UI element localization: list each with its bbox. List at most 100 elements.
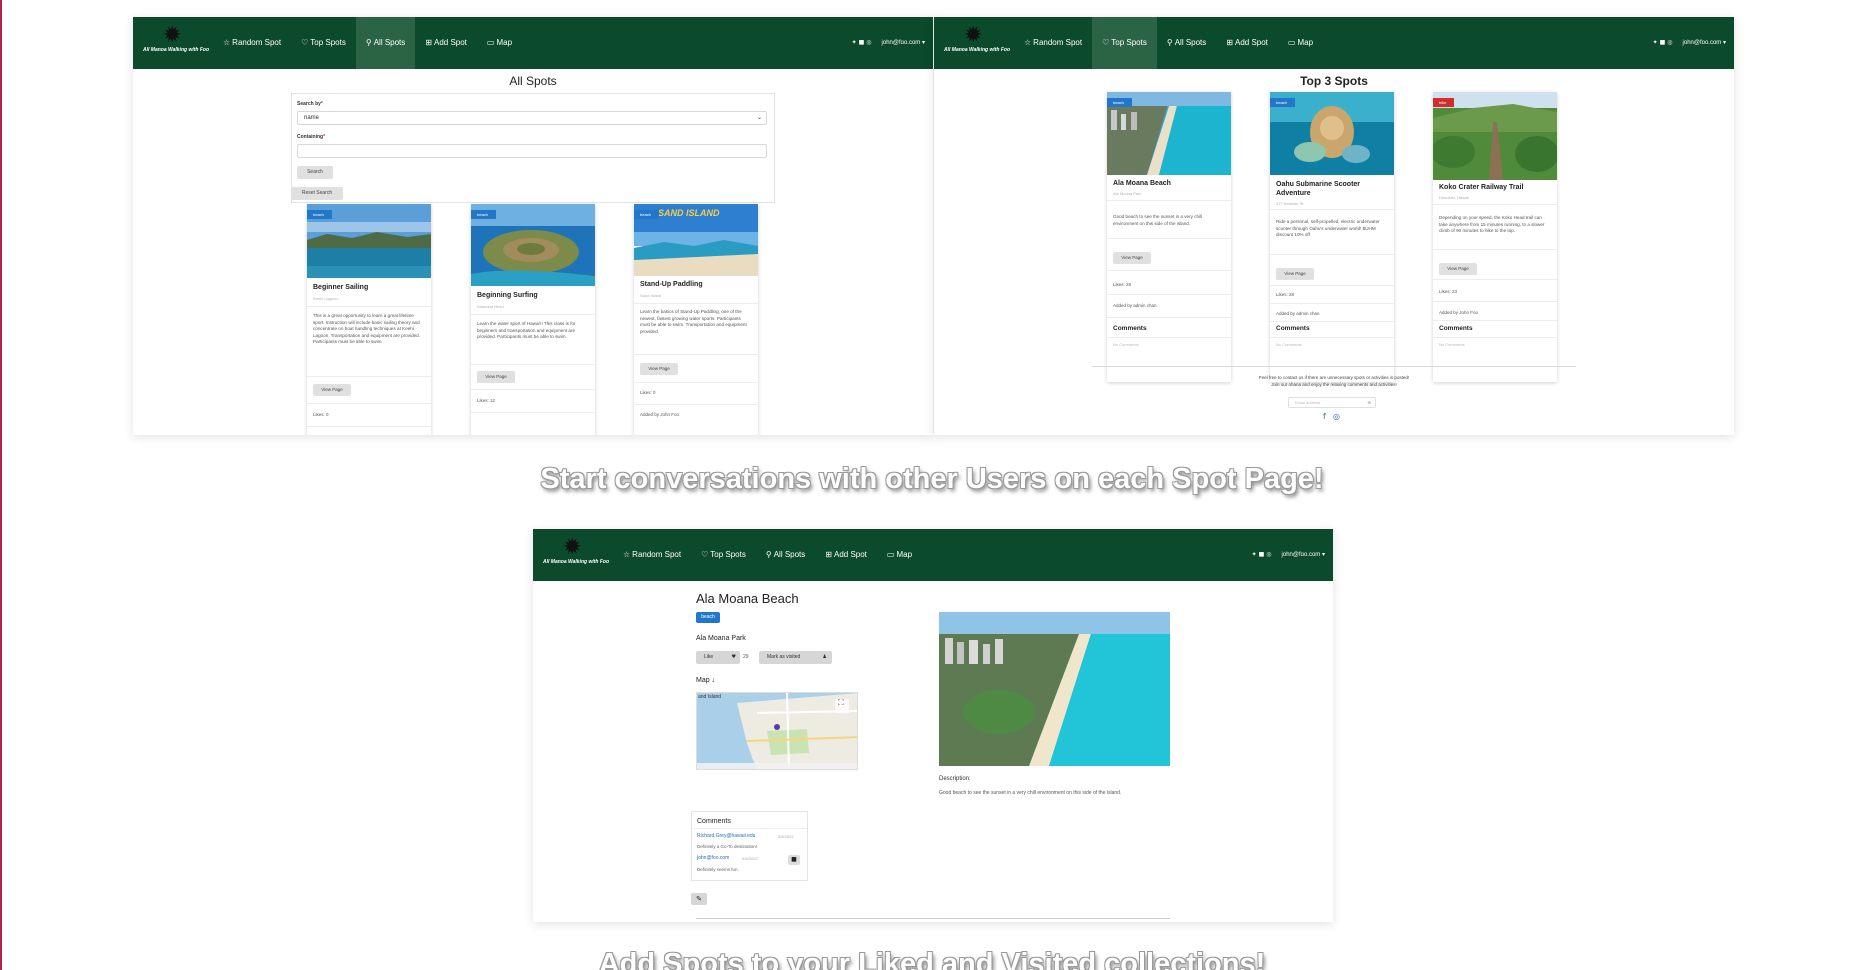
view-page-button[interactable]: View Page xyxy=(640,363,678,375)
site-logo[interactable]: ✹ All Manoa Walking with Foo xyxy=(543,535,609,575)
nav-top-spots[interactable]: ♡ Top Spots xyxy=(1092,17,1157,69)
comments-heading: Comments xyxy=(1113,325,1147,332)
nav-top-spots[interactable]: ♡ Top Spots xyxy=(691,529,756,581)
divider xyxy=(1270,254,1394,255)
trash-icon[interactable]: ■ xyxy=(788,855,800,865)
user-email: john@foo.com xyxy=(1682,40,1722,46)
user-menu[interactable]: ✦■◎ john@foo.com ▾ xyxy=(852,17,925,69)
nav-random-spot[interactable]: ☆ Random Spot xyxy=(213,17,291,69)
comment-author[interactable]: john@foo.com xyxy=(697,855,729,861)
footer-line-2: Join our ohana and enjoy the relaxing co… xyxy=(1271,382,1397,387)
search-button[interactable]: Search xyxy=(297,166,333,179)
nav-add-spot[interactable]: ⊞ Add Spot xyxy=(1216,17,1278,69)
nav-label: Add Spot xyxy=(1234,38,1268,47)
card-description: Good beach to see the sunset in a very c… xyxy=(1113,214,1203,226)
fullscreen-icon[interactable]: ⛶ xyxy=(838,698,844,708)
divider xyxy=(1270,337,1394,338)
divider xyxy=(471,364,595,365)
divider xyxy=(471,412,595,413)
card-title: Ala Moana Beach xyxy=(1113,180,1171,187)
nav-all-spots[interactable]: ⚲ All Spots xyxy=(1157,17,1216,69)
page-title: All Spots xyxy=(509,74,557,88)
description-label: Description: xyxy=(939,776,971,782)
nav-add-spot[interactable]: ⊞ Add Spot xyxy=(815,529,877,581)
nav-top-spots[interactable]: ♡ Top Spots xyxy=(291,17,356,69)
card-title: Beginner Sailing xyxy=(313,284,369,291)
site-logo[interactable]: ✹ All Manoa Walking with Foo xyxy=(143,23,209,63)
user-menu[interactable]: ✦■◎ john@foo.com ▾ xyxy=(1252,529,1325,581)
card-description: Ride a personal, self-propelled, electri… xyxy=(1276,219,1380,238)
divider xyxy=(307,306,431,307)
site-logo[interactable]: ✹ All Manoa Walking with Foo xyxy=(944,23,1010,63)
spot-card: beach Beginning Surfing Diamond Head Lea… xyxy=(471,204,595,435)
search-form: Search by* name ⌄ Containing* Search xyxy=(291,93,775,203)
reset-search-button[interactable]: Reset Search xyxy=(291,187,343,200)
heart-icon: ♡ xyxy=(1102,38,1110,47)
star-icon: ☆ xyxy=(223,38,231,47)
divider xyxy=(307,403,431,404)
comment-date: 5/4/2022 xyxy=(742,856,758,861)
add-comment-button[interactable]: ✎ xyxy=(691,893,707,905)
view-page-button[interactable]: View Page xyxy=(477,371,515,383)
map-pin-icon: ⚲ xyxy=(765,550,772,559)
email-input[interactable]: Email address ✉ xyxy=(1288,397,1376,408)
comment-text: Definitely a Go-To destination! xyxy=(697,844,758,849)
card-description: Learn the basics of Stand-Up Paddling, o… xyxy=(640,309,747,334)
user-menu[interactable]: ✦■◎ john@foo.com ▾ xyxy=(1653,17,1726,69)
person-icon: ♟ xyxy=(822,654,827,660)
nav-label: All Spots xyxy=(773,550,806,559)
nav-map[interactable]: ▭ Map xyxy=(877,529,922,581)
palm-tree-icon: ✹ xyxy=(964,23,983,48)
nav-all-spots[interactable]: ⚲ All Spots xyxy=(756,529,815,581)
user-email: john@foo.com xyxy=(1281,552,1321,558)
divider xyxy=(307,426,431,427)
divider xyxy=(1107,337,1231,338)
containing-input[interactable] xyxy=(297,144,767,158)
card-title: Beginning Surfing xyxy=(477,292,538,299)
view-page-button[interactable]: View Page xyxy=(1276,268,1314,280)
likes-count: Likes: 23 xyxy=(1439,289,1458,294)
nav-map[interactable]: ▭ Map xyxy=(1278,17,1323,69)
divider xyxy=(1433,320,1557,321)
likes-count: Likes: 28 xyxy=(1113,282,1132,287)
map-embed[interactable]: and Island ⛶ xyxy=(696,692,858,770)
category-badge: beach xyxy=(634,210,659,219)
top-spot-card: beach Ala Moana Beach Ala Moana Park Goo… xyxy=(1107,92,1231,382)
map-icon: ▭ xyxy=(1287,38,1296,47)
divider xyxy=(1270,321,1394,322)
card-subtitle: 377 Keahole St xyxy=(1276,201,1304,206)
divider xyxy=(1433,279,1557,280)
screenshot-spot-page: ✹ All Manoa Walking with Foo ☆ Random Spo… xyxy=(533,529,1333,922)
view-page-button[interactable]: View Page xyxy=(1113,252,1151,264)
divider xyxy=(1270,209,1394,210)
nav-all-spots[interactable]: ⚲ All Spots xyxy=(355,17,416,69)
nav-add-spot[interactable]: ⊞ Add Spot xyxy=(415,17,477,69)
like-button[interactable]: Like ♥ xyxy=(696,651,740,664)
instagram-icon[interactable]: ◎ xyxy=(1333,412,1340,421)
containing-label: Containing* xyxy=(297,134,326,140)
like-label: Like xyxy=(704,654,714,660)
search-by-select[interactable]: name ⌄ xyxy=(297,111,767,125)
likes-count: Likes: 0 xyxy=(313,412,329,417)
select-value: name xyxy=(304,115,320,121)
view-page-button[interactable]: View Page xyxy=(313,384,351,396)
brand-name: All Manoa Walking with Foo xyxy=(143,47,210,53)
nav-map[interactable]: ▭ Map xyxy=(477,17,522,69)
nav-label: Top Spots xyxy=(310,38,346,47)
footer-divider xyxy=(1092,366,1576,367)
screenshot-top-spots: ✹ All Manoa Walking with Foo ☆ Random Spo… xyxy=(934,17,1734,435)
card-title: Stand-Up Paddling xyxy=(640,281,703,288)
category-badge: beach xyxy=(1270,98,1295,107)
facebook-icon[interactable]: f xyxy=(1323,412,1326,421)
spot-card: SAND ISLAND beach Stand-Up Paddling Sand… xyxy=(634,204,758,435)
view-page-button[interactable]: View Page xyxy=(1439,263,1477,275)
added-by: Added by John Foo xyxy=(1439,310,1479,315)
plus-square-icon: ⊞ xyxy=(425,38,432,47)
envelope-icon[interactable]: ✉ xyxy=(1368,398,1371,407)
card-title: Oahu Submarine Scooter Adventure xyxy=(1276,181,1361,197)
mark-visited-button[interactable]: Mark as visited ♟ xyxy=(759,651,832,664)
divider xyxy=(307,376,431,377)
comment-author[interactable]: Richard.Grey@hawaii.edu xyxy=(697,833,755,839)
nav-random-spot[interactable]: ☆ Random Spot xyxy=(613,529,691,581)
nav-random-spot[interactable]: ☆ Random Spot xyxy=(1014,17,1092,69)
